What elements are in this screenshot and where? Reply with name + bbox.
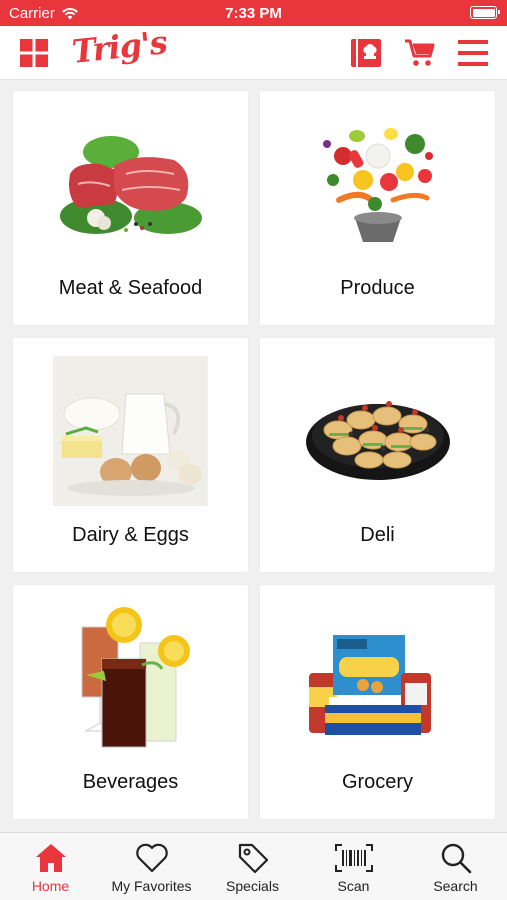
deli-image — [300, 356, 455, 506]
grocery-image — [300, 603, 455, 753]
tab-label: My Favorites — [111, 878, 192, 894]
category-label: Beverages — [82, 771, 179, 793]
app-header: Trig's — [0, 23, 507, 80]
category-label: Dairy & Eggs — [72, 524, 189, 546]
tab-label: Search — [433, 878, 478, 894]
tag-icon — [202, 841, 303, 875]
tab-label: Scan — [337, 878, 370, 894]
heart-icon — [101, 841, 202, 875]
cart-icon[interactable] — [403, 36, 437, 70]
status-time: 7:33 PM — [225, 5, 282, 22]
magnifier-icon — [405, 841, 506, 875]
tab-label: Specials — [226, 878, 279, 894]
category-label: Grocery — [341, 771, 414, 793]
produce-image — [300, 109, 455, 259]
category-tile-deli[interactable]: Deli — [260, 338, 495, 572]
recipe-book-icon[interactable] — [349, 36, 383, 70]
hamburger-menu-icon[interactable] — [456, 36, 490, 70]
beverages-image — [53, 603, 208, 753]
category-label: Deli — [360, 524, 395, 546]
tab-home[interactable]: Home — [0, 833, 101, 900]
tab-scan[interactable]: Scan — [303, 833, 404, 900]
category-tile-dairy-eggs[interactable]: Dairy & Eggs — [13, 338, 248, 572]
category-tile-meat-seafood[interactable]: Meat & Seafood — [13, 91, 248, 325]
tab-specials[interactable]: Specials — [202, 833, 303, 900]
tab-label: Home — [31, 878, 70, 894]
bottom-tab-bar: Home My Favorites Specials Scan Search — [0, 832, 507, 900]
dairy-eggs-image — [53, 356, 208, 506]
tab-search[interactable]: Search — [405, 833, 506, 900]
trigs-logo[interactable]: Trig's — [70, 23, 168, 71]
category-tile-produce[interactable]: Produce — [260, 91, 495, 325]
grid-menu-icon[interactable] — [17, 36, 51, 70]
meat-seafood-image — [53, 109, 208, 259]
category-label: Meat & Seafood — [58, 277, 203, 299]
status-bar: Carrier 7:33 PM — [0, 0, 507, 26]
category-tile-grocery[interactable]: Grocery — [260, 585, 495, 819]
category-tile-beverages[interactable]: Beverages — [13, 585, 248, 819]
tab-my-favorites[interactable]: My Favorites — [101, 833, 202, 900]
home-icon — [0, 841, 101, 875]
barcode-icon — [303, 841, 404, 875]
category-label: Produce — [340, 277, 415, 299]
battery-icon — [470, 6, 500, 19]
